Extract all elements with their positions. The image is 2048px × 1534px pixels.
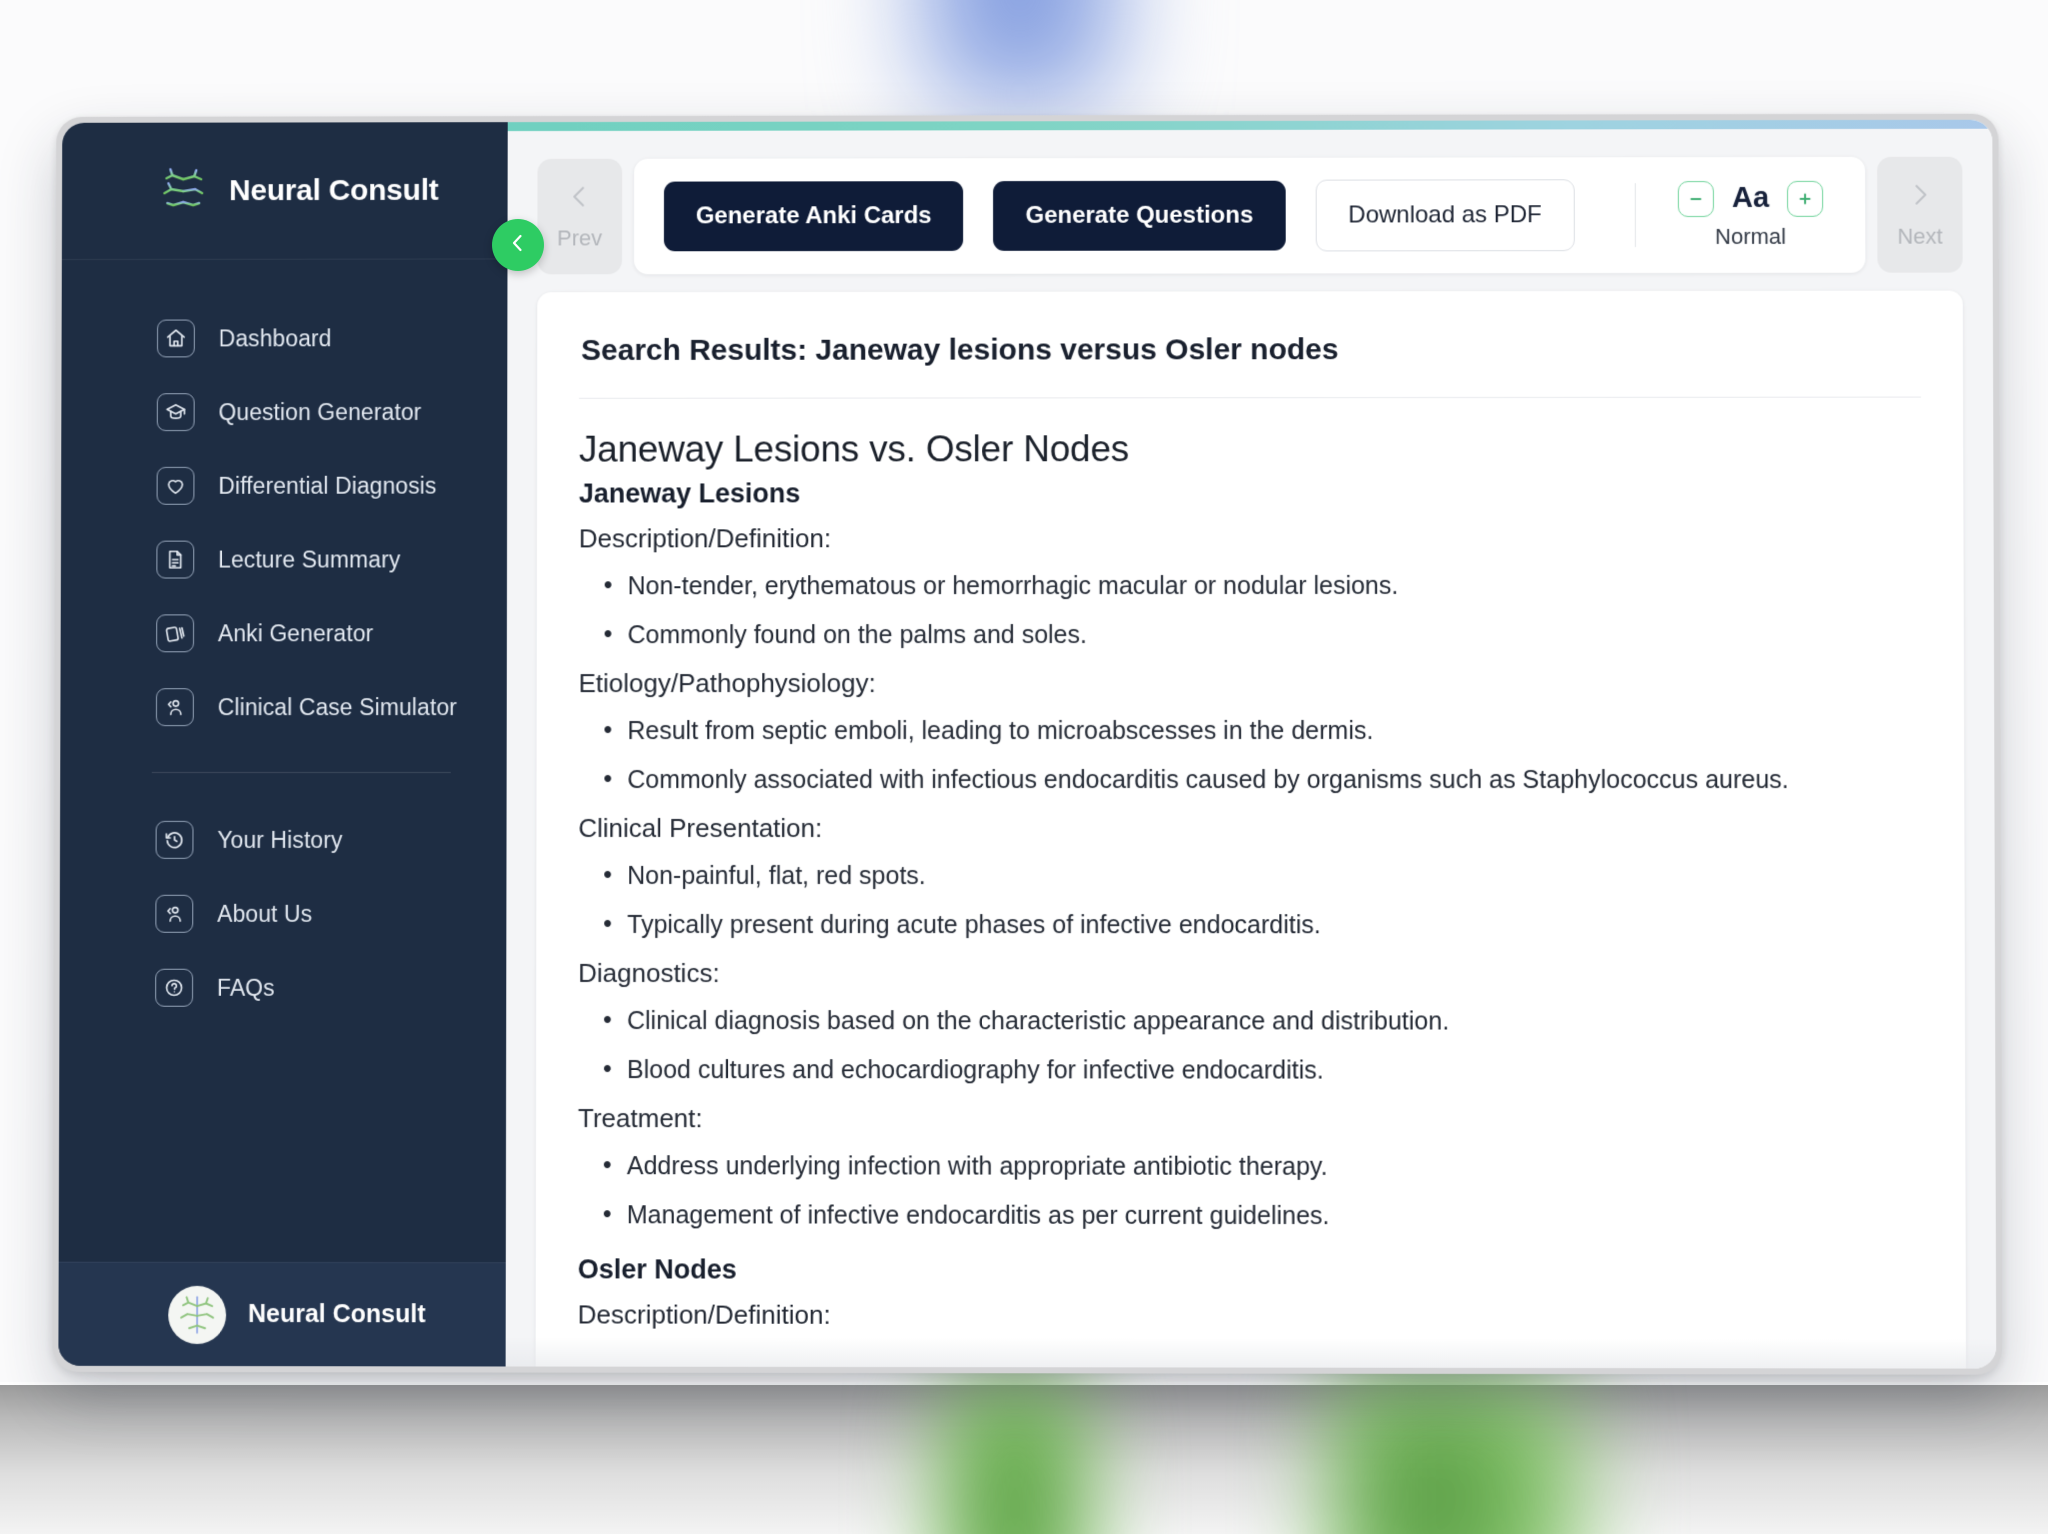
blurred-green-shape-right bbox=[1330, 1370, 1590, 1534]
group-label: Description/Definition: bbox=[578, 523, 832, 554]
font-size-aa-label: Aa bbox=[1731, 181, 1770, 214]
sidebar-user-account[interactable]: Neural Consult bbox=[58, 1261, 506, 1367]
font-size-current-label: Normal bbox=[1715, 223, 1787, 249]
sidebar-item-label: Anki Generator bbox=[217, 619, 374, 646]
next-button-label: Next bbox=[1897, 223, 1943, 249]
sidebar-item-your-history[interactable]: Your History bbox=[60, 803, 507, 877]
question-circle-icon bbox=[155, 968, 194, 1007]
chevron-right-icon bbox=[1905, 180, 1935, 216]
blurred-green-shape-left bbox=[930, 1375, 1100, 1534]
blurred-blue-shape bbox=[905, 0, 1135, 110]
toolbar-actions-card: Generate Anki Cards Generate Questions D… bbox=[633, 156, 1866, 275]
sidebar-item-label: Differential Diagnosis bbox=[218, 472, 437, 499]
list-item: Non-tender, erythematous or hemorrhagic … bbox=[579, 570, 1922, 604]
bullet-list: Result from septic emboli, leading to mi… bbox=[578, 715, 1922, 797]
group-label: Etiology/Pathophysiology: bbox=[578, 668, 876, 699]
list-item: Commonly associated with infectious endo… bbox=[578, 764, 1922, 797]
brand-name: Neural Consult bbox=[228, 173, 439, 207]
sidebar-item-label: FAQs bbox=[216, 974, 275, 1001]
bullet-list: Clinical diagnosis based on the characte… bbox=[578, 1005, 1923, 1088]
decrease-font-size-button[interactable] bbox=[1677, 180, 1714, 217]
results-card: Search Results: Janeway lesions versus O… bbox=[535, 290, 1967, 1369]
user-group-icon bbox=[155, 688, 194, 727]
section-heading: Janeway Lesions bbox=[578, 478, 801, 509]
next-button[interactable]: Next bbox=[1877, 156, 1963, 273]
group-label: Treatment: bbox=[577, 1103, 703, 1134]
chevron-left-icon bbox=[506, 231, 530, 260]
font-size-control: Aa Normal bbox=[1666, 180, 1836, 249]
sidebar-user-name: Neural Consult bbox=[248, 1299, 426, 1329]
page-title: Search Results: Janeway lesions versus O… bbox=[579, 332, 1921, 399]
sidebar-item-about-us[interactable]: About Us bbox=[60, 877, 507, 951]
generate-questions-button[interactable]: Generate Questions bbox=[993, 180, 1286, 251]
history-clock-icon bbox=[155, 820, 194, 859]
sidebar-secondary-nav: Your History About Us FAQs bbox=[59, 773, 506, 1025]
group-label: Clinical Presentation: bbox=[578, 812, 823, 843]
laptop-device-frame: Neural Consult Dashboard Question Genera… bbox=[52, 113, 2003, 1375]
list-item: Commonly found on the palms and soles. bbox=[579, 619, 1922, 652]
neuron-tree-icon bbox=[157, 165, 209, 217]
user-group-icon bbox=[155, 894, 194, 933]
document-body: Janeway Lesions vs. Osler Nodes Janeway … bbox=[578, 398, 1924, 1333]
sidebar-item-question-generator[interactable]: Question Generator bbox=[61, 375, 507, 449]
generate-anki-cards-button[interactable]: Generate Anki Cards bbox=[663, 181, 964, 252]
sidebar-item-dashboard[interactable]: Dashboard bbox=[61, 301, 507, 375]
list-item: Non-painful, flat, red spots. bbox=[578, 860, 1922, 893]
brand-header: Neural Consult bbox=[61, 122, 508, 261]
bullet-list: Non-tender, erythematous or hemorrhagic … bbox=[579, 570, 1922, 653]
avatar bbox=[168, 1285, 227, 1344]
toolbar-separator bbox=[1634, 183, 1636, 248]
section-heading: Osler Nodes bbox=[577, 1254, 737, 1285]
font-size-row: Aa bbox=[1677, 180, 1824, 217]
toolbar: Prev Generate Anki Cards Generate Questi… bbox=[507, 129, 1992, 293]
sidebar: Neural Consult Dashboard Question Genera… bbox=[58, 122, 508, 1367]
sidebar-primary-nav: Dashboard Question Generator Differentia… bbox=[60, 259, 507, 744]
sidebar-item-label: Lecture Summary bbox=[218, 545, 401, 573]
list-item: Clinical diagnosis based on the characte… bbox=[578, 1005, 1923, 1039]
graduation-cap-icon bbox=[156, 393, 195, 432]
document-title: Janeway Lesions vs. Osler Nodes bbox=[578, 428, 1130, 470]
sidebar-item-faqs[interactable]: FAQs bbox=[59, 951, 506, 1025]
home-icon bbox=[156, 319, 195, 358]
list-item: Management of infective endocarditis as … bbox=[578, 1199, 1924, 1234]
bullet-list: Address underlying infection with approp… bbox=[578, 1150, 1924, 1234]
list-item: Blood cultures and echocardiography for … bbox=[578, 1054, 1923, 1088]
sidebar-item-clinical-case-simulator[interactable]: Clinical Case Simulator bbox=[60, 670, 506, 744]
download-as-pdf-button[interactable]: Download as PDF bbox=[1315, 179, 1575, 252]
main-panel: Prev Generate Anki Cards Generate Questi… bbox=[505, 119, 1997, 1369]
list-item: Address underlying infection with approp… bbox=[578, 1150, 1923, 1184]
list-item: Typically present during acute phases of… bbox=[578, 909, 1922, 943]
chevron-left-icon bbox=[565, 182, 595, 218]
sidebar-item-label: Your History bbox=[217, 826, 343, 853]
cards-icon bbox=[156, 614, 195, 653]
document-icon bbox=[156, 540, 195, 579]
sidebar-collapse-button[interactable] bbox=[492, 219, 544, 271]
group-label: Description/Definition: bbox=[577, 1299, 831, 1330]
sidebar-item-label: Question Generator bbox=[218, 398, 422, 425]
prev-button[interactable]: Prev bbox=[537, 158, 623, 275]
increase-font-size-button[interactable] bbox=[1787, 180, 1824, 217]
bullet-list: Non-painful, flat, red spots. Typically … bbox=[578, 860, 1922, 943]
sidebar-item-label: Clinical Case Simulator bbox=[217, 693, 457, 720]
sidebar-item-anki-generator[interactable]: Anki Generator bbox=[61, 596, 507, 670]
prev-button-label: Prev bbox=[557, 225, 603, 251]
sidebar-item-label: Dashboard bbox=[218, 324, 332, 351]
sidebar-item-differential-diagnosis[interactable]: Differential Diagnosis bbox=[61, 449, 507, 523]
heart-icon bbox=[156, 466, 195, 505]
list-item: Result from septic emboli, leading to mi… bbox=[578, 715, 1921, 748]
sidebar-item-label: About Us bbox=[217, 900, 313, 927]
app-screen: Neural Consult Dashboard Question Genera… bbox=[58, 119, 1997, 1369]
group-label: Diagnostics: bbox=[578, 957, 720, 989]
sidebar-item-lecture-summary[interactable]: Lecture Summary bbox=[61, 522, 507, 596]
